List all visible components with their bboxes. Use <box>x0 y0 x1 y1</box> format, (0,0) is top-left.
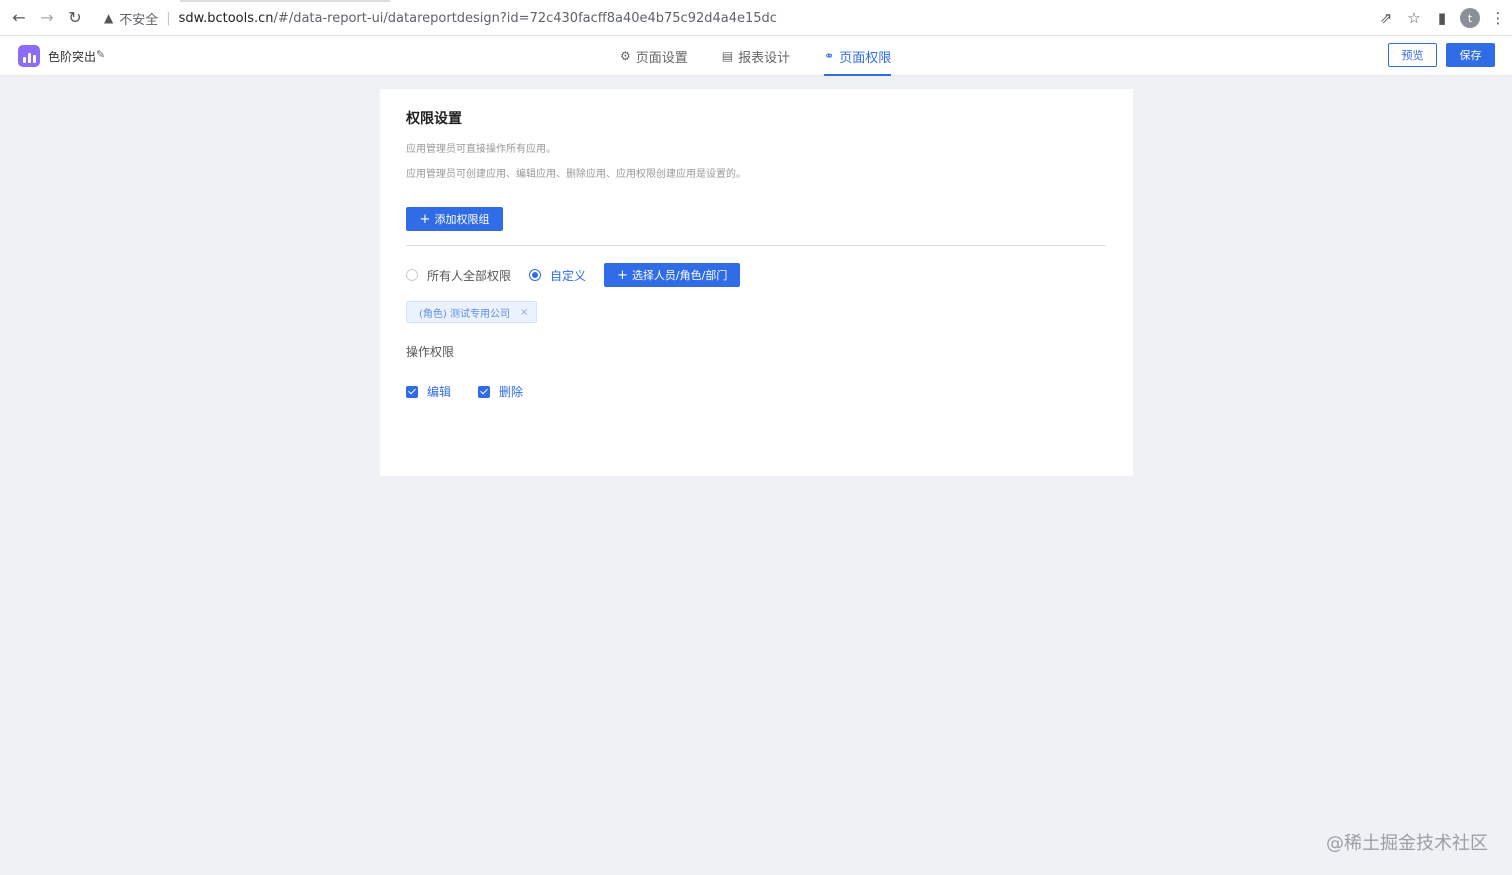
gear-icon: ⚙ <box>620 49 631 63</box>
checkbox-box <box>478 385 491 398</box>
url-separator: | <box>166 10 171 26</box>
address-bar[interactable]: ▲ 不安全 | sdw.bctools.cn /#/data-report-ui… <box>96 5 1418 31</box>
watermark: @稀土掘金技术社区 <box>1326 833 1488 854</box>
top-tabs: ⚙ 页面设置 ▤ 报表设计 ⚭ 页面权限 <box>620 36 925 76</box>
tab-strip-indicator <box>180 0 390 2</box>
tag-label: (角色) 测试专用公司 <box>419 308 510 320</box>
checkbox-box <box>406 385 418 398</box>
browser-actions: ⇗ ☆ ▮ t ⋮ <box>1372 4 1512 32</box>
chart-logo-icon <box>18 45 40 67</box>
radio-label: 自定义 <box>550 268 587 283</box>
report-icon: ▤ <box>721 49 734 63</box>
url-path: /#/data-report-ui/datareportdesign?id=72… <box>273 10 777 26</box>
side-panel-icon[interactable]: ▮ <box>1428 4 1456 32</box>
preview-button[interactable]: 预览 <box>1388 43 1437 67</box>
select-members-button[interactable]: + 选择人员/角色/部门 <box>604 263 741 287</box>
scope-radio-group: 所有人全部权限 自定义 + 选择人员/角色/部门 <box>406 263 741 287</box>
operation-checkbox-group: 编辑 删除 <box>406 383 550 400</box>
operation-permissions-label: 操作权限 <box>406 345 455 359</box>
browser-toolbar: ← → ↻ ▲ 不安全 | sdw.bctools.cn /#/data-rep… <box>0 0 1512 36</box>
radio-custom[interactable]: 自定义 <box>529 267 586 284</box>
plus-icon: + <box>419 211 431 227</box>
permissions-panel: 权限设置 应用管理员可直接操作所有应用。 应用管理员可创建应用、编辑应用、删除应… <box>380 89 1133 476</box>
tab-page-permissions[interactable]: ⚭ 页面权限 <box>824 36 892 76</box>
radio-label: 所有人全部权限 <box>427 268 512 283</box>
plus-icon: + <box>617 267 628 283</box>
radio-all-permissions[interactable]: 所有人全部权限 <box>406 267 511 284</box>
close-icon[interactable]: × <box>520 307 528 318</box>
tab-label: 页面权限 <box>839 50 892 66</box>
reload-icon[interactable]: ↻ <box>61 4 89 32</box>
tab-page-settings[interactable]: ⚙ 页面设置 <box>620 36 688 76</box>
description-line-2: 应用管理员可创建应用、编辑应用、删除应用、应用权限创建应用是设置的。 <box>406 169 746 180</box>
insecure-label: 不安全 <box>119 12 159 28</box>
radio-circle <box>529 269 542 281</box>
share-icon[interactable]: ⇗ <box>1372 4 1400 32</box>
radio-circle <box>406 269 418 281</box>
warning-icon: ▲ <box>104 11 114 25</box>
checkbox-label: 编辑 <box>427 385 452 399</box>
app-header: 色阶突出 ✎ ⚙ 页面设置 ▤ 报表设计 ⚭ 页面权限 预览 保存 <box>0 36 1512 76</box>
panel-title: 权限设置 <box>406 111 462 127</box>
tab-report-design[interactable]: ▤ 报表设计 <box>722 36 790 76</box>
tab-label: 页面设置 <box>635 50 688 66</box>
report-title: 色阶突出 <box>48 50 97 64</box>
description-line-1: 应用管理员可直接操作所有应用。 <box>406 144 556 155</box>
back-arrow-icon[interactable]: ← <box>5 4 33 32</box>
star-icon[interactable]: ☆ <box>1400 4 1428 32</box>
select-members-label: 选择人员/角色/部门 <box>631 269 728 282</box>
checkbox-delete[interactable]: 删除 <box>478 383 523 400</box>
edit-pencil-icon[interactable]: ✎ <box>96 48 105 61</box>
selected-member-tag: (角色) 测试专用公司 × <box>406 301 538 323</box>
key-icon: ⚭ <box>824 49 835 63</box>
checkbox-edit[interactable]: 编辑 <box>406 383 451 400</box>
add-group-label: 添加权限组 <box>434 213 490 226</box>
checkbox-label: 删除 <box>499 385 524 399</box>
menu-dots-icon[interactable]: ⋮ <box>1484 4 1512 32</box>
divider <box>406 245 1106 246</box>
tab-label: 报表设计 <box>738 50 791 66</box>
forward-arrow-icon[interactable]: → <box>33 4 61 32</box>
save-button[interactable]: 保存 <box>1446 43 1495 67</box>
url-host: sdw.bctools.cn <box>178 10 274 26</box>
profile-avatar[interactable]: t <box>1460 8 1480 28</box>
add-permission-group-button[interactable]: + 添加权限组 <box>406 207 503 231</box>
